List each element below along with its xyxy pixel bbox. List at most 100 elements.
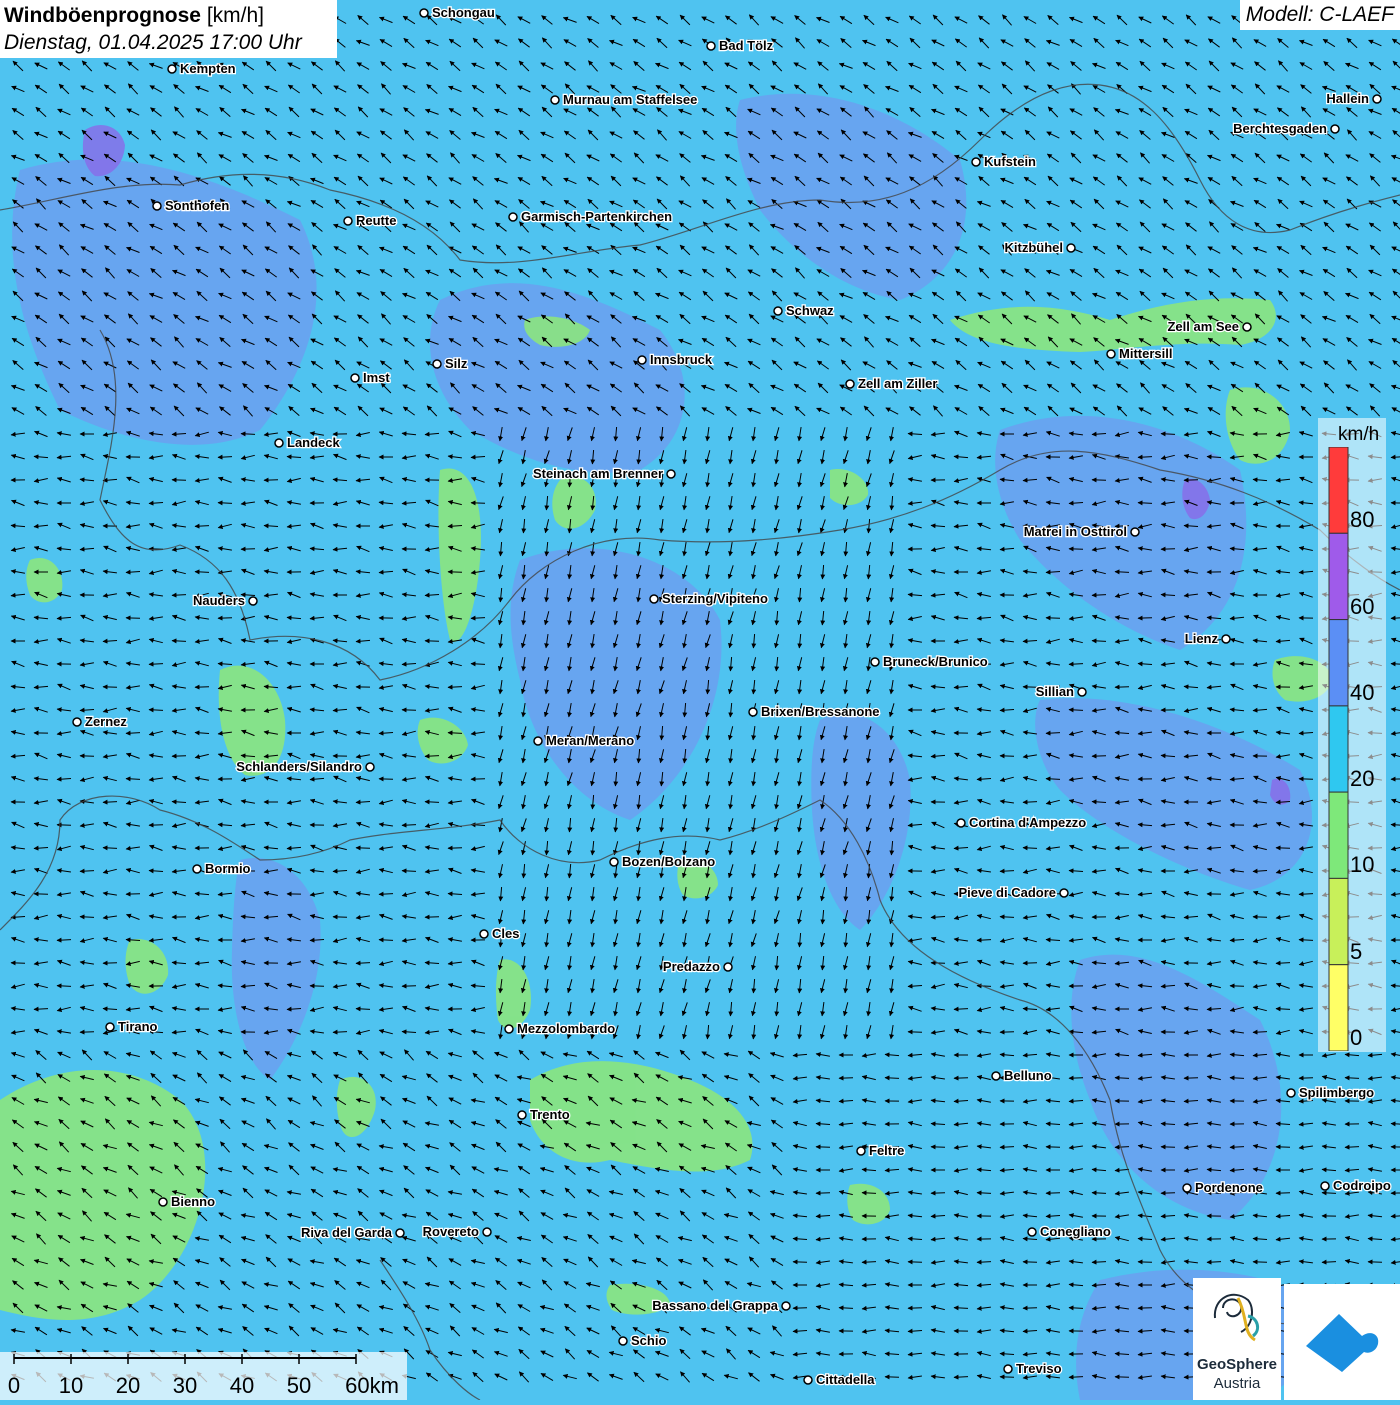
city-marker [724, 963, 732, 971]
city-label: Bormio [205, 861, 251, 876]
city-label: Berchtesgaden [1233, 121, 1327, 136]
city-label: Kufstein [984, 154, 1036, 169]
city-label: Silz [445, 356, 468, 371]
legend-colorbar [1328, 447, 1350, 1051]
city-marker [509, 213, 517, 221]
city-label: Nauders [193, 593, 245, 608]
city-label: Murnau am Staffelsee [563, 92, 697, 107]
city-label: Predazzo [663, 959, 720, 974]
legend-tick-label: 60 [1350, 594, 1374, 620]
scale-bar-label: 20 [116, 1373, 140, 1398]
city-marker [275, 439, 283, 447]
city-label: Kempten [180, 61, 236, 76]
city-marker [782, 1302, 790, 1310]
city-marker [1028, 1228, 1036, 1236]
map-datetime: Dienstag, 01.04.2025 17:00 Uhr [4, 29, 331, 56]
city-label: Belluno [1004, 1068, 1052, 1083]
city-marker [106, 1023, 114, 1031]
city-marker [351, 374, 359, 382]
city-label: Cles [492, 926, 519, 941]
city-label: Lienz [1185, 631, 1219, 646]
legend-color-step [1329, 620, 1348, 706]
city-label: Bad Tölz [719, 38, 774, 53]
city-marker [638, 356, 646, 364]
city-marker [73, 718, 81, 726]
city-marker [433, 360, 441, 368]
city-marker [1078, 688, 1086, 696]
city-marker [344, 217, 352, 225]
legend-color-step [1329, 878, 1348, 964]
city-label: Bienno [171, 1194, 215, 1209]
weather-app-logo [1284, 1284, 1400, 1400]
city-label: Hallein [1326, 91, 1369, 106]
city-marker [667, 470, 675, 478]
city-label: Riva del Garda [301, 1225, 393, 1240]
city-label: Pordenone [1195, 1180, 1263, 1195]
city-label: Steinach am Brenner [533, 466, 663, 481]
city-label: Schongau [432, 5, 495, 20]
city-label: Garmisch-Partenkirchen [521, 209, 672, 224]
city-marker [610, 858, 618, 866]
city-marker [619, 1337, 627, 1345]
city-label: Brixen/Bressanone [761, 704, 880, 719]
city-marker [1004, 1365, 1012, 1373]
scale-bar-label: 50 [287, 1373, 311, 1398]
city-marker [159, 1198, 167, 1206]
legend-tick-label: 20 [1350, 766, 1374, 792]
city-label: Matrei in Osttirol [1024, 524, 1127, 539]
city-label: Bozen/Bolzano [622, 854, 715, 869]
wind-gust-map[interactable]: Schongau Bad Tölz Kempten Murnau am Staffel… [0, 0, 1400, 1400]
city-label: Rovereto [423, 1224, 479, 1239]
legend-color-step [1329, 965, 1348, 1051]
legend-tick-label: 0 [1350, 1025, 1362, 1051]
city-marker [707, 42, 715, 50]
city-marker [1107, 350, 1115, 358]
city-label: Pieve di Cadore [958, 885, 1056, 900]
city-marker [957, 819, 965, 827]
legend-tick-label: 10 [1350, 852, 1374, 878]
city-marker [1067, 244, 1075, 252]
city-marker [249, 597, 257, 605]
city-label: Zernez [85, 714, 127, 729]
city-label: Zell am Ziller [858, 376, 937, 391]
city-marker [483, 1228, 491, 1236]
city-label: Trento [530, 1107, 570, 1122]
city-label: Imst [363, 370, 390, 385]
city-marker [650, 595, 658, 603]
legend-color-step [1329, 706, 1348, 792]
city-marker [505, 1025, 513, 1033]
scale-bar-label: 10 [59, 1373, 83, 1398]
city-marker [972, 158, 980, 166]
city-marker [551, 96, 559, 104]
legend-tick-label: 40 [1350, 680, 1374, 706]
city-marker [1287, 1089, 1295, 1097]
city-label: Sonthofen [165, 198, 229, 213]
scale-bar-label: 0 [8, 1373, 20, 1398]
city-label: Reutte [356, 213, 396, 228]
city-label: Schio [631, 1333, 666, 1348]
city-marker [1183, 1184, 1191, 1192]
city-label: Mezzolombardo [517, 1021, 615, 1036]
city-marker [1222, 635, 1230, 643]
city-label: Schlanders/Silandro [236, 759, 362, 774]
geosphere-logo-icon [1193, 1278, 1281, 1354]
city-label: Sillian [1036, 684, 1074, 699]
city-marker [1373, 95, 1381, 103]
city-marker [366, 763, 374, 771]
legend-color-step [1329, 533, 1348, 619]
map-title-box: Windböenprognose [km/h] Dienstag, 01.04.… [0, 0, 337, 58]
city-marker [749, 708, 757, 716]
city-marker [857, 1147, 865, 1155]
legend-color-step [1329, 447, 1348, 533]
scale-bar-label: 60km [345, 1373, 399, 1398]
city-marker [168, 65, 176, 73]
geosphere-logo: GeoSphere Austria [1193, 1278, 1281, 1400]
city-marker [774, 307, 782, 315]
city-marker [153, 202, 161, 210]
legend-unit: km/h [1338, 424, 1379, 446]
city-label: Cittadella [816, 1372, 875, 1387]
scale-bar: 0102030405060km [0, 1352, 407, 1400]
legend-tick-label: 80 [1350, 507, 1374, 533]
legend-tick-label: 5 [1350, 939, 1362, 965]
city-label: Zell am See [1167, 319, 1239, 334]
